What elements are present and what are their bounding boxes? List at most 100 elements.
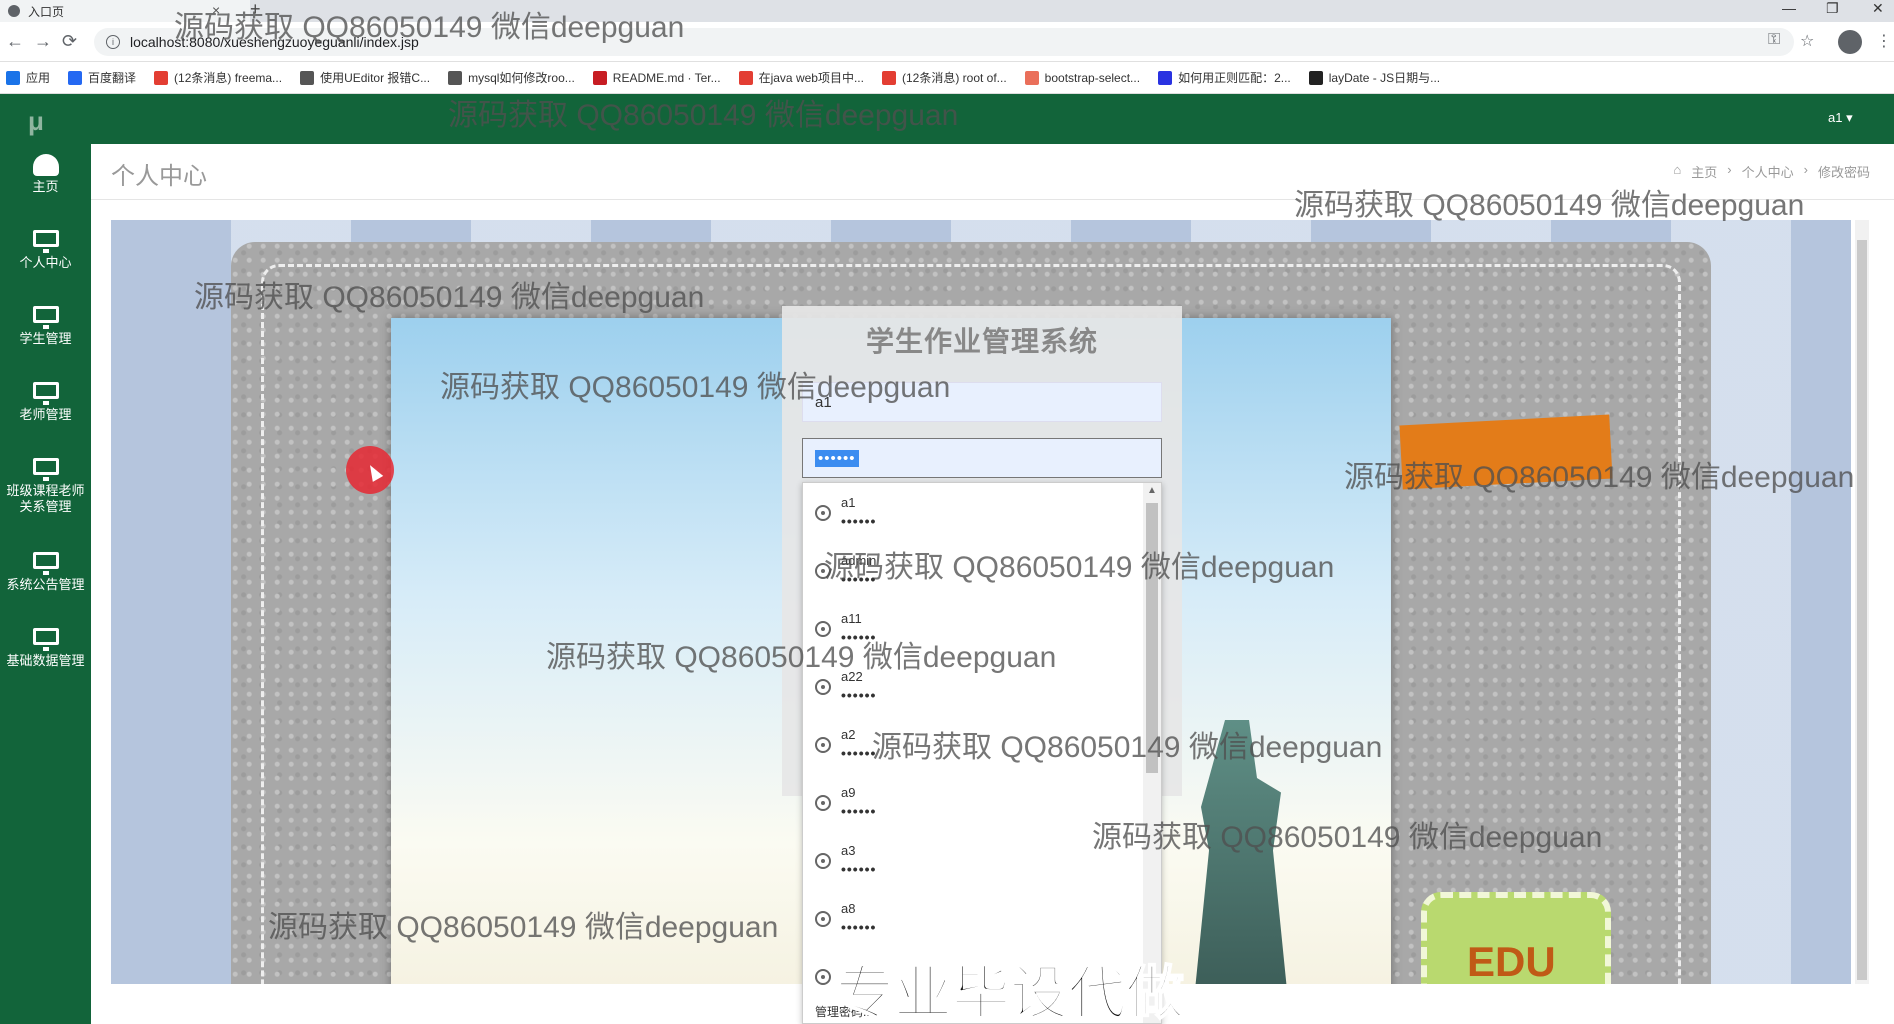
csdn-icon [738,70,753,85]
sidebar-item[interactable]: 主页 [0,154,91,195]
bookmark-item[interactable]: layDate - JS日期与... [1308,69,1440,86]
close-window-icon[interactable]: ✕ [1872,0,1884,17]
url-text: localhost:8080/xueshengzuoyeguanli/index… [130,34,419,50]
tab-close-icon[interactable]: × [212,2,220,18]
main-scrollbar[interactable] [1855,220,1869,984]
orange-tape-decoration [1399,414,1613,490]
breadcrumb-separator: › [1803,162,1808,177]
bookmark-item[interactable]: (12条消息) root of... [881,69,1007,86]
app-header: μ a1 ▾ [0,94,1894,144]
page-header: 个人中心 ⌂ 主页 › 个人中心 › 修改密码 [91,144,1894,200]
key-icon[interactable]: ⚿ [1768,31,1780,49]
dashboard-icon [32,154,59,176]
baidu-paw-icon [1158,70,1173,85]
app-logo[interactable]: μ [28,106,44,137]
page-title: 个人中心 [111,163,207,190]
username-field[interactable]: a1 [802,382,1162,422]
suggestion-username: a22 [841,669,863,684]
browser-tab[interactable]: 入口页 × [0,0,250,22]
star-icon[interactable]: ☆ [1800,31,1814,51]
credential-suggestion[interactable]: admin •••••• [803,545,1143,603]
ueditor-icon [300,70,315,85]
monitor-icon [32,230,59,253]
suggestion-password: •••••• [841,745,877,761]
scroll-up-icon[interactable]: ▲ [1147,485,1157,496]
suggestion-username: a9 [841,785,856,800]
monitor-icon [32,628,59,651]
login-title: 学生作业管理系统 [865,326,1098,357]
breadcrumb-profile[interactable]: 个人中心 [1742,162,1794,181]
profile-avatar[interactable] [1838,30,1862,54]
sidebar-item[interactable]: 个人中心 [0,230,91,271]
sidebar-item-label: 老师管理 [19,407,72,422]
sidebar-item-label: 学生管理 [19,331,72,346]
credential-suggestion[interactable]: a9 •••••• [803,777,1143,835]
key-icon [815,621,831,637]
bookmark-label: bootstrap-select... [1044,70,1141,85]
sidebar-item[interactable]: 学生管理 [0,306,91,347]
bookmark-item[interactable]: (12条消息) freema... [154,69,282,86]
suggestion-password: •••••• [841,687,877,703]
credential-suggestion[interactable]: a2 •••••• [803,719,1143,777]
sidebar-item[interactable]: 老师管理 [0,382,91,423]
suggestion-username: a3 [841,843,856,858]
sidebar-item-label: 班级课程老师 关系管理 [6,483,85,514]
bookmark-label: 应用 [26,71,51,85]
monitor-icon [32,552,59,575]
bookmark-item[interactable]: 百度翻译 [68,69,136,86]
bookmark-item[interactable]: 使用UEditor 报错C... [300,69,430,86]
dropdown-scrollbar[interactable]: ▲ [1143,483,1161,1023]
suggestion-username: a8 [841,901,856,916]
credential-suggestion[interactable]: a11 •••••• [803,603,1143,661]
bookmark-label: README.md · Ter... [612,70,721,85]
address-bar: ← → ⟳ i localhost:8080/xueshengzuoyeguan… [0,22,1894,62]
suggestion-password: •••••• [841,629,877,645]
user-menu[interactable]: a1 ▾ [1828,110,1853,126]
key-icon [815,563,831,579]
dropdown-scroll-thumb[interactable] [1146,503,1158,773]
credential-suggestion[interactable]: a3 •••••• [803,835,1143,893]
credential-suggestion[interactable]: a1 •••••• [803,487,1143,545]
monitor-icon [32,458,59,481]
sidebar-item[interactable]: 系统公告管理 [0,552,91,593]
bookmark-label: 使用UEditor 报错C... [320,71,431,85]
sidebar-item[interactable]: 班级课程老师 关系管理 [0,458,91,515]
suggestion-username: admin [841,553,877,568]
credential-suggestion[interactable]: a8 •••••• [803,893,1143,951]
browser-tab-strip: 入口页 × + — ❐ ✕ [0,0,1894,22]
breadcrumb-current: 修改密码 [1817,165,1870,180]
restore-icon[interactable]: ❐ [1826,0,1839,17]
credential-suggestion[interactable]: a22 •••••• [803,661,1143,719]
forward-icon[interactable]: → [34,30,52,52]
suggestion-username: a2 [841,727,856,742]
globe-icon [8,5,20,17]
breadcrumb-home[interactable]: 主页 [1691,162,1717,181]
bookmark-item[interactable]: 在java web项目中... [738,69,864,86]
info-icon[interactable]: i [106,35,120,49]
minimize-icon[interactable]: — [1782,0,1796,16]
menu-icon[interactable]: ⋮ [1876,31,1892,51]
bookmark-item[interactable]: 如何用正则匹配：2... [1158,69,1291,86]
sidebar-item-label: 系统公告管理 [6,577,85,592]
bookmark-item[interactable]: bootstrap-select... [1024,70,1141,85]
url-input[interactable]: i localhost:8080/xueshengzuoyeguanli/ind… [94,28,1794,56]
sidebar: 主页个人中心学生管理老师管理班级课程老师 关系管理系统公告管理基础数据管理 [0,144,91,1024]
password-field[interactable]: •••••• [802,438,1162,478]
back-icon[interactable]: ← [6,30,24,52]
username-value: a1 [815,393,832,411]
reload-icon[interactable]: ⟳ [62,30,77,52]
key-icon [815,911,831,927]
bookmark-item[interactable]: mysql如何修改roo... [448,69,575,86]
bookmark-item[interactable]: README.md · Ter... [592,70,721,85]
key-icon [815,505,831,521]
monitor-icon [32,306,59,329]
edu-sign-text: EDU [1467,938,1556,984]
new-tab-button[interactable]: + [250,0,261,18]
sidebar-item[interactable]: 基础数据管理 [0,628,91,669]
mysql-icon [448,70,463,85]
csdn-icon [881,70,896,85]
scrollbar-thumb[interactable] [1857,240,1867,980]
bookmark-label: 如何用正则匹配：2... [1178,71,1291,85]
bookmarks-bar: 应用 百度翻译 (12条消息) freema... 使用UEditor 报错C... m… [0,62,1894,94]
bookmark-item[interactable]: 应用 [6,69,50,86]
